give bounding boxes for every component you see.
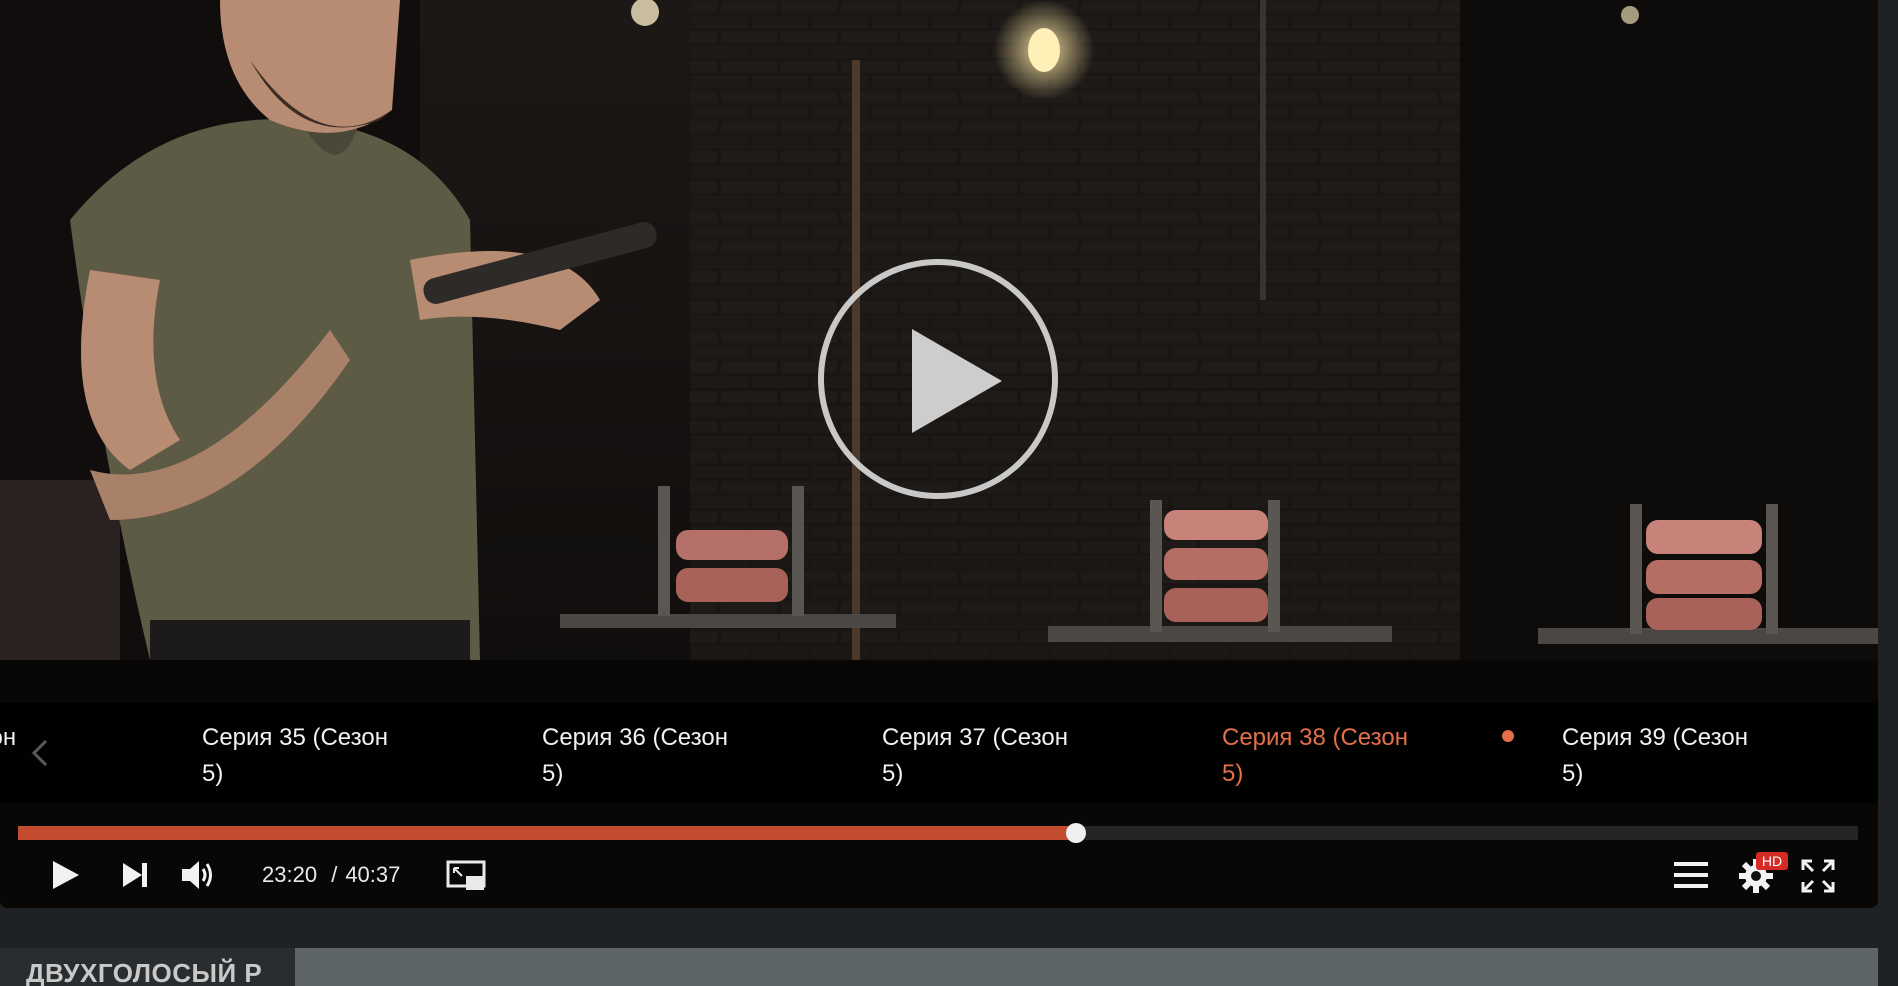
next-track-icon[interactable] (120, 860, 150, 890)
video-player[interactable]: езон Серия 35 (Сезон 5) Серия 36 (Сезон … (0, 0, 1878, 908)
big-play-button[interactable] (818, 259, 1058, 499)
episode-item[interactable]: езон (0, 703, 176, 803)
episode-item[interactable]: Серия 36 (Сезон 5) (542, 703, 752, 803)
voiceover-tab[interactable]: ДВУХГОЛОСЫЙ Р (0, 948, 295, 986)
time-display: 23:20 / 40:37 (262, 863, 400, 887)
playlist-menu-icon[interactable] (1672, 858, 1712, 892)
fullscreen-icon[interactable] (1800, 858, 1836, 894)
episode-item[interactable]: Серия 37 (Сезон 5) (882, 703, 1092, 803)
progress-scrubber-handle[interactable] (1066, 823, 1086, 843)
control-bar: 23:20 / 40:37 (0, 846, 1878, 906)
progress-played (18, 826, 1076, 840)
info-panel (295, 948, 1878, 986)
current-time: 23:20 (262, 862, 318, 887)
episode-item[interactable]: Серия 35 (Сезон 5) (202, 703, 412, 803)
progress-bar[interactable] (18, 823, 1858, 843)
episode-carousel: езон Серия 35 (Сезон 5) Серия 36 (Сезон … (0, 703, 1878, 803)
episode-item[interactable]: Серия 39 (Сезон 5) (1562, 703, 1772, 803)
voiceover-tab-label: ДВУХГОЛОСЫЙ Р (26, 958, 263, 986)
play-icon[interactable] (48, 858, 82, 892)
episode-item-current[interactable]: Серия 38 (Сезон 5) (1222, 703, 1432, 803)
time-separator: / (331, 862, 338, 887)
volume-icon[interactable] (180, 858, 216, 892)
hd-badge: HD (1756, 852, 1788, 870)
current-episode-indicator (1502, 730, 1514, 742)
below-player-bar: ДВУХГОЛОСЫЙ Р (0, 948, 1898, 986)
duration: 40:37 (345, 862, 401, 887)
play-icon (912, 329, 1002, 433)
picture-in-picture-icon[interactable] (446, 860, 486, 892)
